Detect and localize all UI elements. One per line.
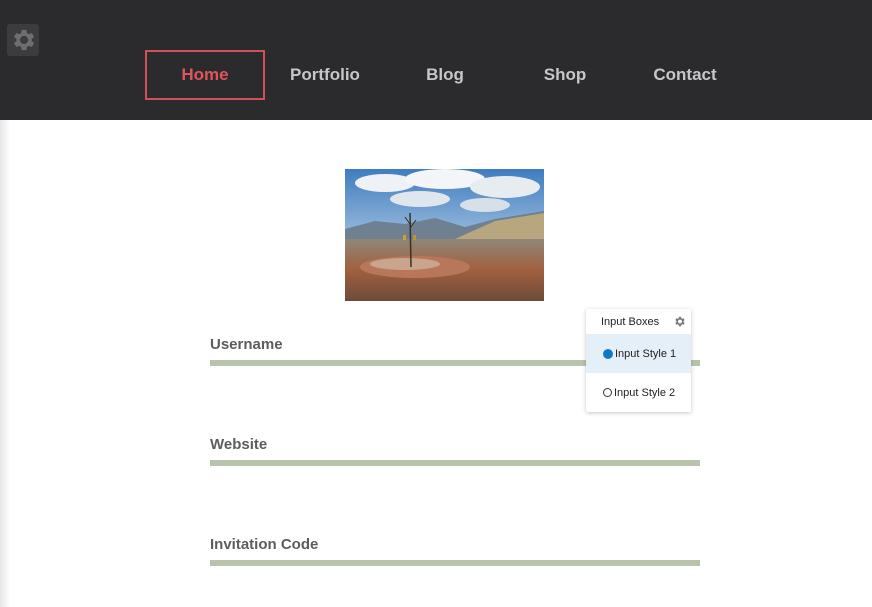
website-label: Website <box>210 436 268 453</box>
left-shade <box>0 120 10 607</box>
input-style-2-option[interactable]: Input Style 2 <box>586 373 691 412</box>
landscape-photo <box>345 169 544 301</box>
popup-title: Input Boxes <box>601 315 660 328</box>
radio-checked-icon[interactable] <box>603 348 613 359</box>
invitation-code-input[interactable] <box>210 560 700 566</box>
page: Home Portfolio Blog Shop Contact Usernam… <box>0 0 872 607</box>
input-style-1-option[interactable]: Input Style 1 <box>586 334 691 373</box>
hero-image <box>345 169 544 301</box>
radio-unchecked-icon[interactable] <box>603 388 612 397</box>
input-boxes-popup: Input Boxes Input Style 1 Input Style 2 <box>586 309 691 412</box>
main-nav: Home Portfolio Blog Shop Contact <box>145 50 745 100</box>
nav-item-shop[interactable]: Shop <box>505 50 625 100</box>
site-header: Home Portfolio Blog Shop Contact <box>0 0 872 120</box>
nav-item-portfolio[interactable]: Portfolio <box>265 50 385 100</box>
website-input[interactable] <box>210 460 700 466</box>
invitation-code-label: Invitation Code <box>210 536 319 553</box>
popup-header: Input Boxes <box>586 309 691 334</box>
input-style-2-label: Input Style 2 <box>614 386 676 399</box>
nav-item-blog[interactable]: Blog <box>385 50 505 100</box>
input-style-1-label: Input Style 1 <box>615 347 677 360</box>
nav-item-contact[interactable]: Contact <box>625 50 745 100</box>
gear-icon[interactable] <box>673 315 686 328</box>
nav-item-home[interactable]: Home <box>145 50 265 100</box>
gear-icon[interactable] <box>7 24 39 56</box>
username-label: Username <box>210 336 283 353</box>
